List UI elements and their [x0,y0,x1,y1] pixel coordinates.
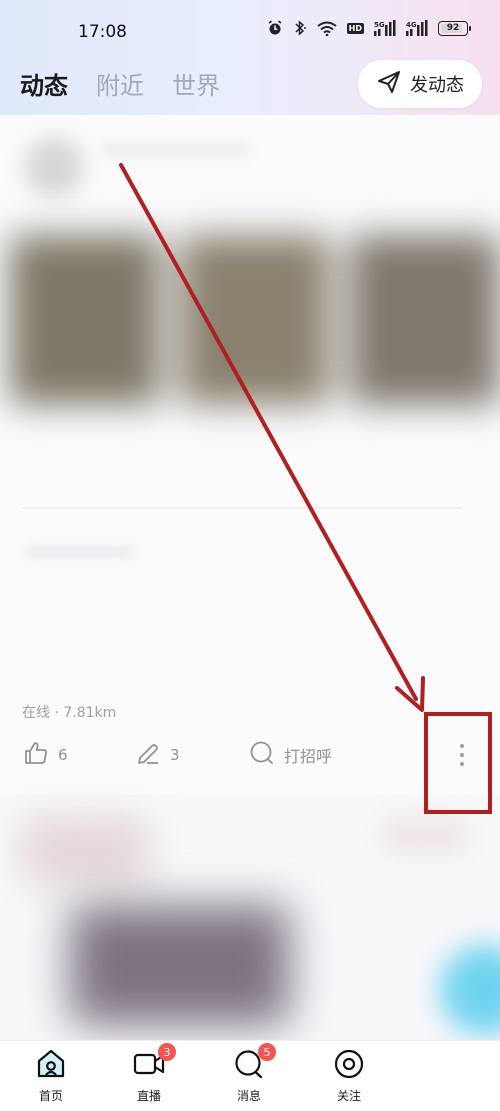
bluetooth-icon [293,20,307,36]
status-icons: HD 5G 4G 92 [267,20,471,36]
thumbs-up-icon [22,739,50,771]
nav-home-label: 首页 [38,1089,63,1103]
comment-button[interactable]: 3 [134,739,180,771]
svg-text:4G: 4G [406,21,417,29]
nav-home[interactable]: 首页 [16,1047,86,1107]
signal-5g-icon: 5G [374,20,396,36]
avatar[interactable] [20,815,150,885]
nav-messages[interactable]: 5 消息 [214,1043,284,1107]
nav-live[interactable]: 3 直播 [114,1043,184,1107]
greet-button[interactable]: 打招呼 [248,739,332,771]
chat-bubble-icon [248,739,276,771]
message-badge: 5 [258,1043,276,1061]
floating-bubble[interactable] [440,945,500,1035]
battery-icon: 92 [438,20,471,36]
like-button[interactable]: 6 [22,739,68,771]
post-card [0,795,500,1040]
annotation-highlight-box [424,712,492,814]
message-icon: 5 [232,1043,276,1081]
wifi-icon [317,21,337,36]
tab-dynamic[interactable]: 动态 [20,66,68,101]
send-icon [376,69,402,99]
avatar[interactable] [24,137,84,197]
alarm-icon [267,20,283,36]
post-meta: 在线 · 7.81km [22,705,117,721]
hd-icon: HD [346,22,364,34]
post-dynamic-button[interactable]: 发动态 [358,60,482,108]
post-button-label: 发动态 [410,75,464,96]
post-card: 在线 · 7.81km 6 3 打招呼 [0,115,500,795]
greet-label: 打招呼 [284,747,333,766]
home-icon [34,1047,68,1081]
eye-icon [332,1047,366,1081]
blurred-text [24,547,134,557]
like-count: 6 [58,746,68,764]
svg-text:5G: 5G [374,21,385,29]
nav-follow[interactable]: 关注 [314,1047,384,1107]
header-tabs: 动态 附近 世界 [20,66,220,101]
battery-percent: 92 [446,23,460,33]
video-icon: 3 [132,1043,176,1081]
tab-world[interactable]: 世界 [172,66,220,101]
feed: 在线 · 7.81km 6 3 打招呼 [0,115,500,1040]
post-actions: 6 3 打招呼 [22,739,482,771]
tab-nearby[interactable]: 附近 [96,66,144,101]
post-photos[interactable] [10,235,500,405]
bottom-nav: 首页 3 直播 5 消息 关注 [0,1040,500,1111]
nav-live-label: 直播 [136,1089,161,1103]
blurred-name [100,143,250,157]
pen-icon [134,739,162,771]
post-photo[interactable] [70,905,290,1025]
divider [22,507,462,509]
blurred-element [380,815,470,855]
nav-messages-label: 消息 [236,1089,261,1103]
nav-follow-label: 关注 [336,1089,361,1103]
live-badge: 3 [158,1043,176,1061]
status-bar: 17:08 HD 5G 4G 92 [0,0,500,62]
signal-4g-icon: 4G [406,20,428,36]
status-time: 17:08 [78,22,127,42]
comment-count: 3 [170,746,180,764]
